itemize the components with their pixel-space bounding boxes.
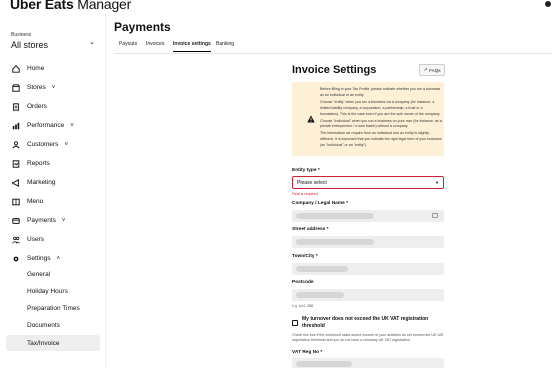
- chevron-up-icon: ˄: [56, 255, 61, 262]
- store-selector-caption: Business: [11, 32, 32, 38]
- redacted-value: [296, 292, 344, 298]
- town-city-label: Town/City *: [292, 254, 318, 259]
- street-address-label: Street address *: [292, 227, 329, 232]
- sidebar-subitem-holiday-hours[interactable]: Holiday Hours: [27, 288, 68, 295]
- contact-card-icon: [432, 213, 438, 218]
- notice-paragraph: Choose "entity" when you run a business …: [320, 99, 441, 116]
- sidebar-subitem-documents[interactable]: Documents: [27, 322, 60, 329]
- tab-banking[interactable]: Banking: [216, 41, 234, 51]
- vat-threshold-checkbox[interactable]: [292, 320, 298, 326]
- notice-paragraph: Before filling in your Tax Profile, plea…: [320, 87, 441, 97]
- chart-icon: [8, 122, 24, 130]
- chevron-down-icon: ˅: [64, 141, 68, 148]
- warning-icon: [307, 115, 315, 123]
- vat-reg-field[interactable]: [292, 358, 444, 368]
- users-icon: [8, 236, 24, 244]
- redacted-value: [296, 239, 374, 245]
- sidebar-item-label: Orders: [27, 103, 47, 110]
- sidebar-item-customers[interactable]: Customers ˅: [0, 135, 106, 154]
- home-icon: [8, 64, 24, 73]
- chevron-down-icon: ˅: [61, 217, 66, 224]
- store-selector[interactable]: Business All stores ⌄: [11, 32, 99, 50]
- sidebar-item-label: Performance: [27, 122, 65, 129]
- sidebar-item-label: Marketing: [27, 179, 56, 186]
- sidebar-item-users[interactable]: Users: [0, 230, 106, 249]
- notice-paragraph: Choose "individual" when you run a busin…: [320, 118, 442, 129]
- sidebar-item-home[interactable]: Home: [0, 59, 106, 78]
- tab-invoices[interactable]: Invoices: [146, 41, 164, 51]
- sidebar-item-performance[interactable]: Performance ˅: [0, 116, 106, 135]
- town-city-field[interactable]: [292, 263, 444, 275]
- payments-icon: [8, 217, 24, 225]
- chevron-down-icon: ˅: [51, 84, 56, 91]
- sidebar-item-payments[interactable]: Payments ˅: [0, 211, 106, 230]
- chevron-down-icon: ˅: [70, 122, 74, 129]
- external-link-icon: ↗: [423, 67, 428, 72]
- vat-reg-label: VAT Reg No *: [292, 350, 323, 355]
- entity-notice: Before filling in your Tax Profile, plea…: [292, 82, 444, 156]
- store-icon: [8, 83, 24, 92]
- sidebar-item-marketing[interactable]: Marketing: [0, 173, 106, 192]
- vat-threshold-help: Check this box if the combined sales and…: [292, 333, 444, 342]
- sidebar-item-label: Reports: [27, 160, 50, 167]
- sidebar-item-orders[interactable]: Orders: [0, 97, 106, 116]
- entity-type-value: Please select: [297, 179, 327, 186]
- faq-button-label: FAQs: [429, 67, 441, 73]
- redacted-value: [296, 213, 374, 219]
- redacted-value: [296, 361, 352, 367]
- customers-icon: [8, 140, 24, 149]
- tab-bar: Payouts Invoices Invoice settings Bankin…: [114, 40, 552, 54]
- redacted-value: [296, 266, 348, 272]
- store-selector-value: All stores: [11, 40, 49, 50]
- sidebar-item-label: Settings: [27, 255, 51, 262]
- menu-book-icon: [8, 198, 24, 206]
- company-name-field[interactable]: [292, 210, 444, 222]
- sidebar-subitem-general[interactable]: General: [27, 271, 50, 278]
- sidebar-subitem-tax-invoice[interactable]: Tax/Invoice: [6, 335, 100, 351]
- sidebar-item-label: Stores: [27, 84, 46, 91]
- gear-icon: [8, 255, 24, 263]
- page-title: Payments: [114, 20, 171, 34]
- section-title: Invoice Settings: [292, 64, 377, 76]
- postcode-label: Postcode: [292, 280, 314, 285]
- sidebar-item-stores[interactable]: Stores ˅: [0, 78, 106, 97]
- faq-button[interactable]: ↗ FAQs: [419, 64, 445, 76]
- caret-down-icon: ▼: [435, 180, 439, 185]
- company-name-label: Company / Legal Name *: [292, 201, 348, 206]
- postcode-hint: e.g. AA1 2BB: [292, 304, 314, 308]
- entity-type-label: Entity type *: [292, 168, 320, 173]
- entity-type-select[interactable]: Please select ▼: [292, 176, 444, 189]
- megaphone-icon: [8, 178, 24, 187]
- postcode-field[interactable]: [292, 289, 444, 301]
- sidebar-item-menu[interactable]: Menu: [0, 192, 106, 211]
- sidebar-subitem-preparation-times[interactable]: Preparation Times: [27, 305, 80, 312]
- sidebar-item-label: Home: [27, 65, 45, 72]
- sidebar-item-label: Users: [27, 236, 44, 243]
- entity-type-error: Field is required: [292, 192, 318, 196]
- tab-payouts[interactable]: Payouts: [119, 41, 137, 51]
- orders-icon: [8, 102, 24, 111]
- street-address-field[interactable]: [292, 236, 444, 248]
- top-bar: Uber Eats Manager: [0, 0, 552, 14]
- sidebar-item-label: Menu: [27, 198, 44, 205]
- sidebar-item-settings[interactable]: Settings ˄: [0, 249, 106, 268]
- sidebar-item-label: Customers: [27, 141, 59, 148]
- account-icon[interactable]: [545, 1, 551, 7]
- notice-paragraph: The information we require from an indiv…: [320, 131, 442, 148]
- sidebar-item-reports[interactable]: Reports: [0, 154, 106, 173]
- app-brand[interactable]: Uber Eats Manager: [10, 0, 131, 12]
- sidebar-item-label: Payments: [27, 217, 56, 224]
- vat-threshold-label: My turnover does not exceed the UK VAT r…: [302, 316, 429, 329]
- tab-invoice-settings[interactable]: Invoice settings: [173, 41, 211, 52]
- chevron-down-icon: ⌄: [89, 39, 95, 46]
- reports-icon: [8, 159, 24, 168]
